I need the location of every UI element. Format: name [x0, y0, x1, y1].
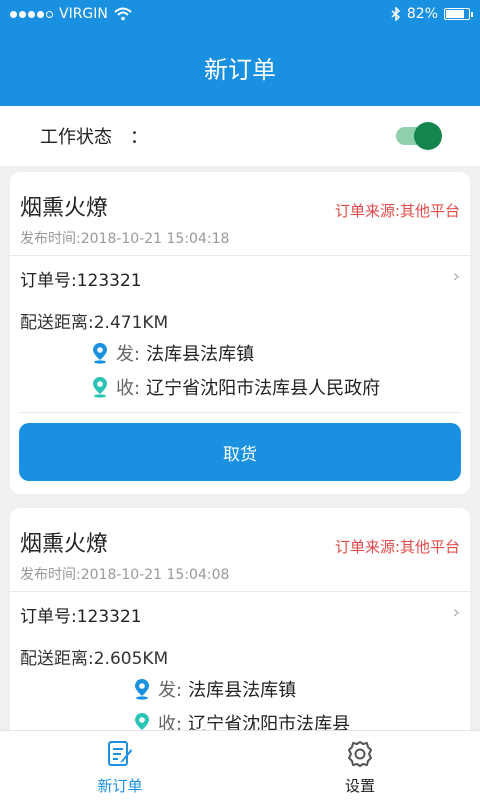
work-status-label: 工作状态 ：	[40, 127, 148, 148]
sender-address-row: 发: 法库县法库镇	[10, 336, 470, 370]
order-number: 订单号:123321	[20, 607, 142, 627]
sender-location-icon	[93, 343, 107, 364]
sender-label: 发:	[158, 680, 183, 701]
signal-strength-icon	[10, 10, 53, 18]
new-order-icon	[108, 741, 132, 766]
publish-time: 发布时间:2018-10-21 15:04:08	[20, 567, 230, 583]
order-number-row[interactable]: 订单号:123321 ›	[10, 592, 470, 630]
tab-new-orders[interactable]: 新订单	[0, 731, 240, 800]
chevron-right-icon: ›	[452, 266, 460, 287]
sender-address: 法库县法库镇	[146, 344, 255, 365]
tab-settings[interactable]: 设置	[240, 731, 480, 800]
top-bar: VIRGIN 82% 新订单	[0, 0, 480, 106]
receiver-address-row: 收: 辽宁省沈阳市法库县人民政府	[10, 370, 470, 404]
battery-percent: 82%	[406, 6, 438, 22]
order-source: 订单来源:其他平台	[334, 538, 460, 556]
page-title: 新订单	[204, 56, 276, 84]
order-number: 订单号:123321	[20, 271, 142, 291]
order-number-row[interactable]: 订单号:123321 ›	[10, 256, 470, 294]
receiver-location-icon	[93, 377, 107, 398]
bottom-tab-bar: 新订单 设置	[0, 730, 480, 800]
delivery-distance: 配送距离:2.471KM	[20, 313, 169, 333]
carrier-name: VIRGIN	[59, 6, 108, 22]
divider	[20, 412, 460, 413]
work-status-row: 工作状态 ：	[0, 106, 480, 166]
battery-icon	[444, 8, 473, 20]
delivery-distance: 配送距离:2.605KM	[20, 649, 169, 669]
tab-label: 新订单	[97, 777, 143, 795]
settings-gear-icon	[348, 741, 372, 767]
status-bar: VIRGIN 82%	[0, 0, 480, 28]
wifi-icon	[114, 7, 132, 21]
order-card: 烟熏火燎 发布时间:2018-10-21 15:04:18 订单来源:其他平台 …	[10, 172, 470, 494]
receiver-label: 收:	[116, 378, 141, 399]
sender-label: 发:	[116, 344, 141, 365]
order-card: 烟熏火燎 发布时间:2018-10-21 15:04:08 订单来源:其他平台 …	[10, 508, 470, 738]
order-source: 订单来源:其他平台	[334, 202, 460, 220]
receiver-address: 辽宁省沈阳市法库县人民政府	[146, 378, 381, 399]
work-status-toggle[interactable]	[396, 122, 442, 150]
publish-time: 发布时间:2018-10-21 15:04:18	[20, 231, 230, 247]
bluetooth-icon	[391, 7, 400, 21]
sender-address-row: 发: 法库县法库镇	[10, 672, 470, 706]
sender-address: 法库县法库镇	[188, 680, 297, 701]
tab-label: 设置	[344, 777, 375, 795]
chevron-right-icon: ›	[452, 602, 460, 623]
pickup-button[interactable]: 取货	[19, 423, 461, 481]
sender-location-icon	[135, 679, 149, 700]
